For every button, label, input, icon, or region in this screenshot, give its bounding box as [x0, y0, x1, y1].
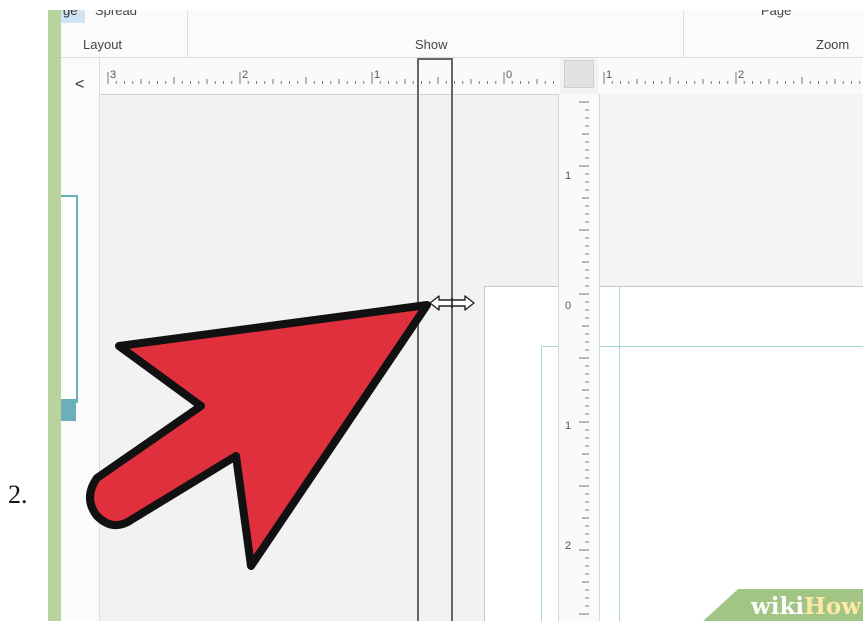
watermark-text-how: How — [804, 593, 861, 620]
watermark-text-wiki: wiki — [750, 593, 805, 620]
publisher-window: ge Spread Page Layout Show Zoom < 3210 1… — [61, 10, 863, 621]
red-arrow-pointer-icon — [86, 301, 431, 570]
step-number: 2. — [8, 480, 28, 509]
screenshot-frame: ge Spread Page Layout Show Zoom < 3210 1… — [48, 10, 863, 621]
wikihow-watermark: wikiHow — [751, 591, 863, 621]
